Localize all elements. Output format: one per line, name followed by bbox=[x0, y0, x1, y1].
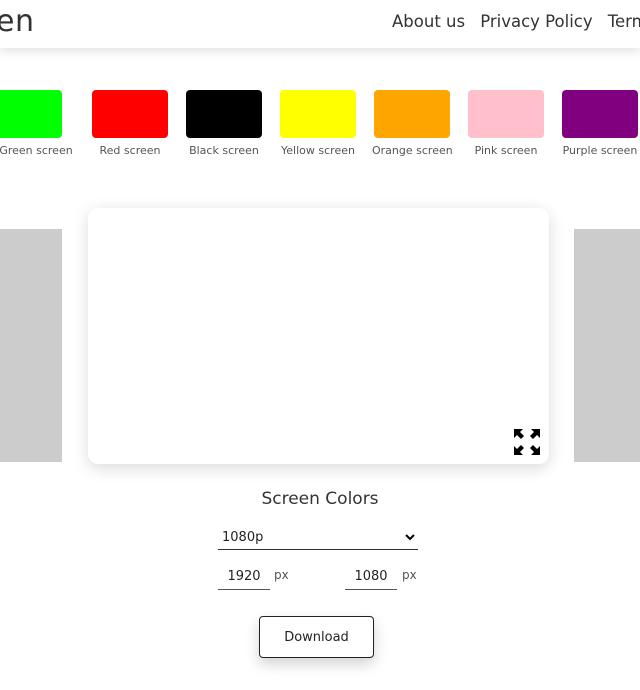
swatch-box[interactable] bbox=[92, 90, 168, 138]
main-nav: About us Privacy Policy Term bbox=[392, 12, 640, 31]
nav-about-us[interactable]: About us bbox=[392, 12, 465, 31]
swatch-label: Orange screen bbox=[372, 144, 453, 157]
swatch-label: Pink screen bbox=[474, 144, 538, 157]
site-logo[interactable]: en bbox=[0, 4, 34, 39]
resolution-select[interactable]: 1080p bbox=[218, 529, 418, 550]
swatch-box[interactable] bbox=[374, 90, 450, 138]
header: en About us Privacy Policy Term bbox=[0, 0, 640, 48]
swatch-red[interactable]: Red screen bbox=[90, 90, 170, 157]
swatch-box[interactable] bbox=[468, 90, 544, 138]
color-preview[interactable] bbox=[88, 208, 549, 464]
width-input[interactable]: 1920 bbox=[218, 567, 270, 590]
swatch-green[interactable]: Green screen bbox=[0, 90, 76, 157]
swatch-yellow[interactable]: Yellow screen bbox=[278, 90, 358, 157]
swatch-purple[interactable]: Purple screen bbox=[560, 90, 640, 157]
swatch-label: Red screen bbox=[99, 144, 161, 157]
next-slide-preview[interactable] bbox=[574, 229, 640, 462]
swatch-box[interactable] bbox=[280, 90, 356, 138]
height-input[interactable]: 1080 bbox=[345, 567, 397, 590]
nav-terms[interactable]: Term bbox=[608, 12, 640, 31]
height-unit: px bbox=[402, 568, 417, 582]
swatch-orange[interactable]: Orange screen bbox=[372, 90, 453, 157]
swatch-box[interactable] bbox=[562, 90, 638, 138]
download-button[interactable]: Download bbox=[259, 616, 374, 658]
swatch-black[interactable]: Black screen bbox=[184, 90, 264, 157]
width-unit: px bbox=[274, 568, 289, 582]
chevron-down-icon bbox=[405, 534, 415, 541]
swatch-box[interactable] bbox=[186, 90, 262, 138]
resolution-value: 1080p bbox=[222, 530, 264, 545]
nav-privacy-policy[interactable]: Privacy Policy bbox=[480, 12, 592, 31]
color-swatches: Green screen Red screen Black screen Yel… bbox=[0, 90, 640, 160]
swatch-pink[interactable]: Pink screen bbox=[466, 90, 546, 157]
swatch-box[interactable] bbox=[0, 90, 62, 138]
swatch-label: Green screen bbox=[0, 144, 73, 157]
swatch-label: Black screen bbox=[189, 144, 259, 157]
swatch-label: Purple screen bbox=[562, 144, 638, 157]
section-title: Screen Colors bbox=[261, 489, 379, 509]
swatch-label: Yellow screen bbox=[281, 144, 355, 157]
fullscreen-icon[interactable] bbox=[513, 428, 541, 456]
prev-slide-preview[interactable] bbox=[0, 229, 62, 462]
